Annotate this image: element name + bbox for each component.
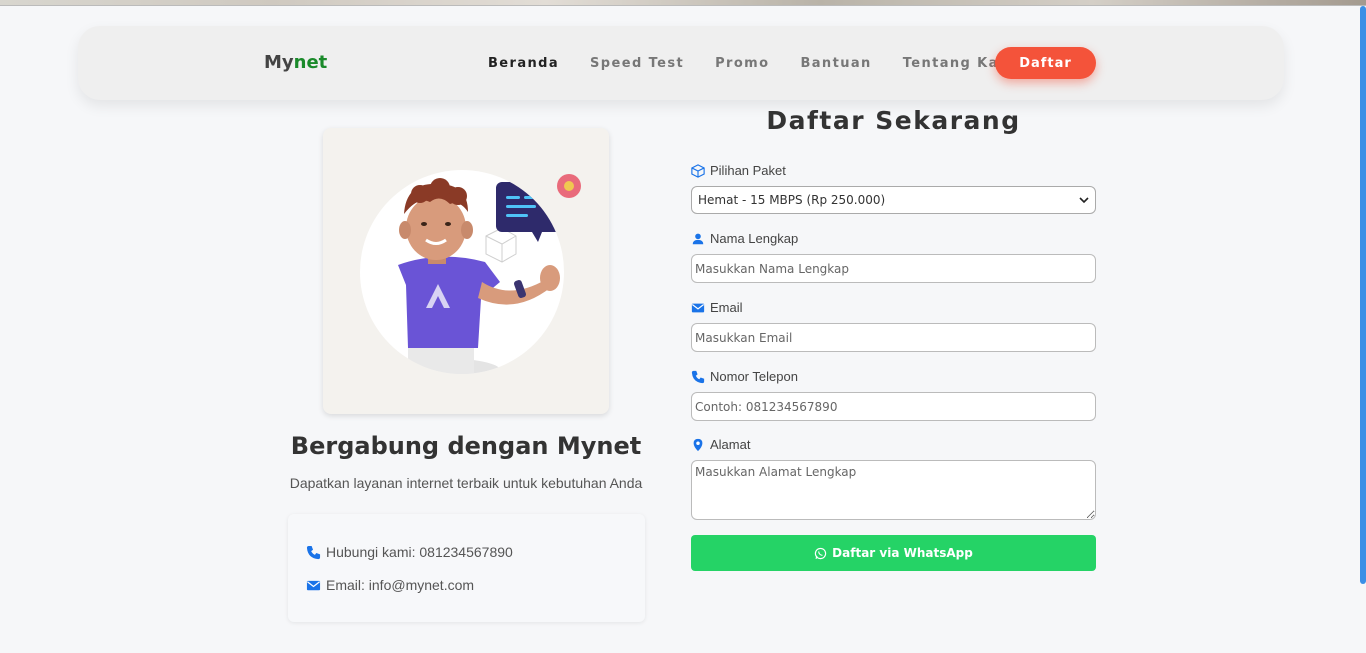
phone-label: Nomor Telepon bbox=[691, 369, 798, 384]
join-subtitle: Dapatkan layanan internet terbaik untuk … bbox=[289, 475, 643, 491]
avatar-card bbox=[323, 128, 609, 414]
phone-icon bbox=[306, 545, 321, 559]
address-textarea[interactable] bbox=[691, 460, 1096, 520]
chevron-down-icon bbox=[1079, 197, 1089, 204]
envelope-icon bbox=[306, 580, 321, 590]
avatar-illustration bbox=[360, 170, 564, 374]
contact-phone-text: Hubungi kami: 081234567890 bbox=[326, 544, 513, 560]
name-input[interactable] bbox=[691, 254, 1096, 283]
package-label: Pilihan Paket bbox=[691, 163, 786, 178]
email-input[interactable] bbox=[691, 323, 1096, 352]
phone-icon bbox=[691, 370, 705, 383]
nav-links: Beranda Speed Test Promo Bantuan Tentang… bbox=[488, 56, 1051, 71]
contact-email: Email: info@mynet.com bbox=[306, 577, 474, 593]
email-label: Email bbox=[691, 300, 743, 315]
contact-email-text: Email: info@mynet.com bbox=[326, 577, 475, 593]
address-label: Alamat bbox=[691, 437, 750, 452]
nav-link-beranda[interactable]: Beranda bbox=[488, 56, 559, 71]
navbar: Mynet Beranda Speed Test Promo Bantuan T… bbox=[78, 26, 1284, 100]
character-illustration bbox=[380, 178, 564, 374]
package-label-text: Pilihan Paket bbox=[710, 163, 786, 178]
whatsapp-submit-label: Daftar via WhatsApp bbox=[832, 546, 973, 560]
package-select-value: Hemat - 15 MBPS (Rp 250.000) bbox=[698, 193, 886, 207]
whatsapp-icon bbox=[814, 547, 827, 559]
logo-accent: net bbox=[293, 52, 328, 73]
box-icon bbox=[691, 163, 705, 178]
email-label-text: Email bbox=[710, 300, 743, 315]
whatsapp-submit-button[interactable]: Daftar via WhatsApp bbox=[691, 535, 1096, 571]
form-title: Daftar Sekarang bbox=[766, 106, 1021, 135]
notification-badge bbox=[557, 174, 581, 198]
nav-link-bantuan[interactable]: Bantuan bbox=[800, 56, 871, 71]
nav-link-promo[interactable]: Promo bbox=[715, 56, 769, 71]
package-select[interactable]: Hemat - 15 MBPS (Rp 250.000) bbox=[691, 186, 1096, 214]
join-title: Bergabung dengan Mynet bbox=[290, 432, 642, 460]
browser-top-strip bbox=[0, 0, 1366, 6]
phone-input[interactable] bbox=[691, 392, 1096, 421]
envelope-icon bbox=[691, 303, 705, 312]
name-label: Nama Lengkap bbox=[691, 231, 798, 246]
contact-card: Hubungi kami: 081234567890 Email: info@m… bbox=[288, 514, 645, 622]
daftar-button[interactable]: Daftar bbox=[995, 47, 1096, 79]
phone-label-text: Nomor Telepon bbox=[710, 369, 798, 384]
name-label-text: Nama Lengkap bbox=[710, 231, 799, 246]
user-icon bbox=[692, 233, 704, 244]
address-label-text: Alamat bbox=[710, 437, 751, 452]
scrollbar[interactable] bbox=[1360, 6, 1366, 584]
logo[interactable]: Mynet bbox=[264, 52, 327, 73]
contact-phone: Hubungi kami: 081234567890 bbox=[306, 544, 513, 560]
map-pin-icon bbox=[693, 438, 703, 451]
logo-prefix: My bbox=[264, 52, 294, 73]
nav-link-speed-test[interactable]: Speed Test bbox=[590, 56, 684, 71]
